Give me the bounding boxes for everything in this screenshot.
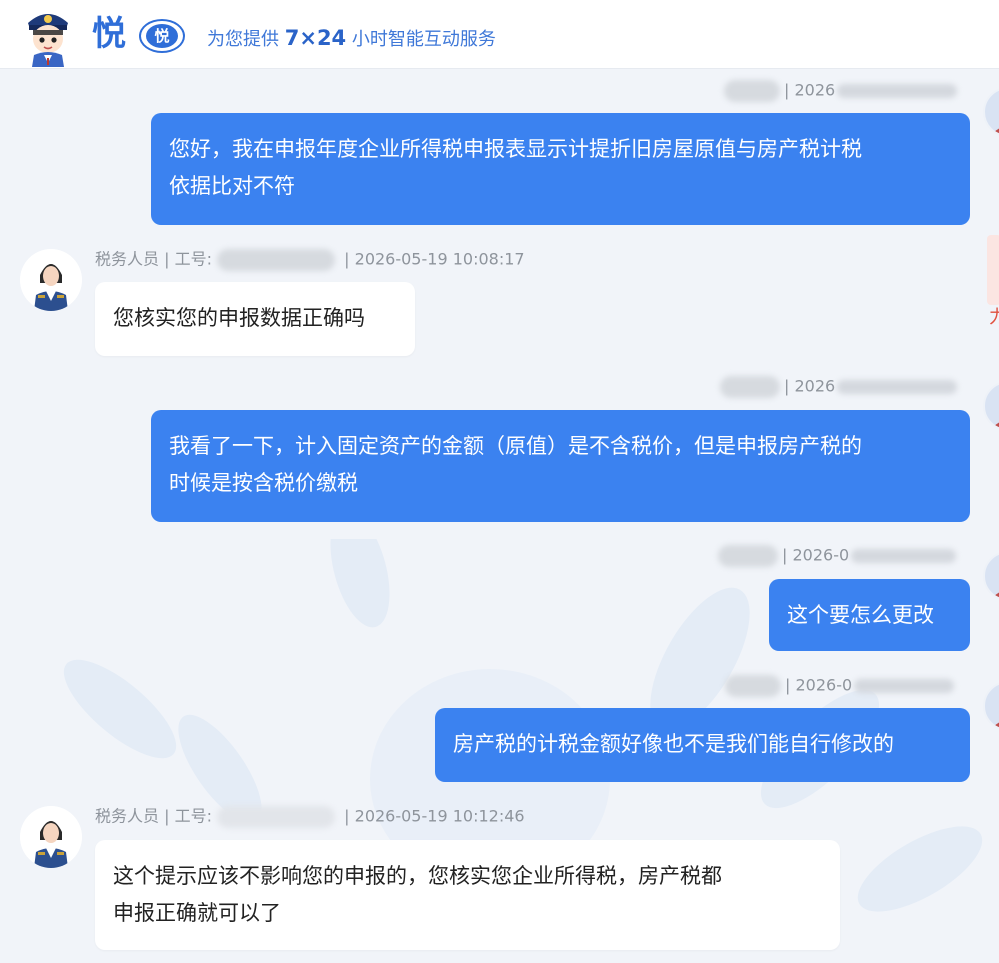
message-time: | 2026 [784,376,836,396]
redacted-user-id [724,80,780,102]
user-message-bubble: 您好，我在申报年度企业所得税申报表显示计提折旧房屋原值与房产税计税 依据比对不符 [151,113,970,225]
tagline-hours: 7×24 [284,26,347,50]
chat-header: 悦 悦 为您提供 7×24 小时智能互动服务 [0,0,999,69]
badge-label: 悦 [146,24,178,48]
message-line: 您核实您的申报数据正确吗 [113,306,365,330]
message-line: 依据比对不符 [169,174,295,198]
redacted-user-id [718,545,778,567]
redacted-time [854,679,955,693]
redacted-time [837,84,958,98]
sender-label: 税务人员 | 工号: [95,249,212,269]
user-message-meta: | 2026-0 [718,545,957,567]
user-message-bubble: 房产税的计税金额好像也不是我们能自行修改的 [435,708,970,782]
message-line: 时候是按含税价缴税 [169,471,358,495]
user-message-bubble: 这个要怎么更改 [769,579,970,651]
tax-officer-avatar-icon [20,249,82,311]
service-tagline: 为您提供 7×24 小时智能互动服务 [207,25,496,53]
agent-message-bubble: 这个提示应该不影响您的申报的，您核实您企业所得税，房产税都 申报正确就可以了 [95,840,840,950]
yue-badge-icon: 悦 [137,19,189,55]
tagline-prefix: 为您提供 [207,29,279,50]
brand-name: 悦 [92,14,126,54]
edge-panel-text: 力 [989,307,999,328]
redacted-user-id [720,376,780,398]
user-message-meta: | 2026 [724,80,958,102]
user-avatar-icon [983,381,999,431]
agent-message-bubble: 您核实您的申报数据正确吗 [95,282,415,356]
sender-label: 税务人员 | 工号: [95,806,212,826]
user-message-meta: | 2026 [720,376,958,398]
redacted-employee-id [217,249,336,271]
police-robot-avatar-icon [28,14,68,67]
redacted-time [837,380,958,394]
message-line: 这个要怎么更改 [787,603,934,627]
message-time: | 2026-05-19 10:12:46 [344,806,525,826]
redacted-employee-id [217,806,336,828]
message-time: | 2026 [784,80,836,100]
redacted-time [851,549,957,563]
message-time: | 2026-05-19 10:08:17 [344,249,525,269]
message-time: | 2026-0 [785,675,853,695]
message-line: 我看了一下，计入固定资产的金额（原值）是不含税价，但是申报房产税的 [169,434,862,458]
message-line: 这个提示应该不影响您的申报的，您核实您企业所得税，房产税都 [113,864,722,888]
user-message-bubble: 我看了一下，计入固定资产的金额（原值）是不含税价，但是申报房产税的 时候是按含税… [151,410,970,522]
chat-message-list[interactable]: 力 | 2026 您好，我在申报年度企业所得税申报表显示计提折旧房屋原值与房产税… [0,69,999,963]
agent-message-meta: 税务人员 | 工号: | 2026-05-19 10:12:46 [95,806,525,828]
message-line: 房产税的计税金额好像也不是我们能自行修改的 [453,732,894,756]
message-line: 您好，我在申报年度企业所得税申报表显示计提折旧房屋原值与房产税计税 [169,137,862,161]
user-avatar-icon [983,87,999,137]
tax-officer-avatar-icon [20,806,82,868]
user-message-meta: | 2026-0 [725,675,955,697]
message-line: 申报正确就可以了 [113,901,281,925]
agent-message-meta: 税务人员 | 工号: | 2026-05-19 10:08:17 [95,249,525,271]
edge-panel-fragment [987,235,999,305]
tagline-suffix: 小时智能互动服务 [351,29,496,50]
redacted-user-id [725,675,781,697]
message-time: | 2026-0 [782,545,850,565]
